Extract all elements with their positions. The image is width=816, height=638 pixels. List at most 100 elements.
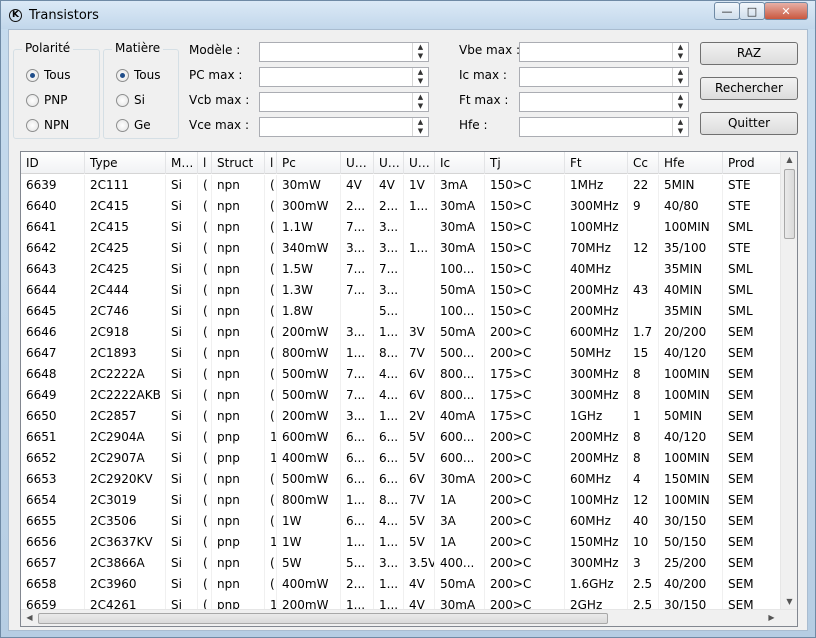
maximize-button[interactable]: □: [739, 2, 765, 20]
table-row[interactable]: 6645 2C746 Si(npn(1.8W 5... 100... 150>C 200MH…: [21, 301, 781, 322]
table-row[interactable]: 6653 2C2920KV Si(npn(500mW 6... 6... 6V 30mA 20…: [21, 469, 781, 490]
scroll-up-icon[interactable]: ▲: [781, 155, 797, 164]
vcb-max-input[interactable]: ▲ ▼: [259, 92, 429, 112]
modele-input[interactable]: ▲ ▼: [259, 42, 429, 62]
table-row[interactable]: 6651 2C2904A Si(pnp 1 600mW 6... 6... 5V 600... 2…: [21, 427, 781, 448]
table-cell: 150>C: [485, 259, 565, 280]
radio-matiere-tous[interactable]: Tous: [116, 68, 161, 82]
table-cell: 100MIN: [659, 364, 723, 385]
pc-max-input[interactable]: ▲ ▼: [259, 67, 429, 87]
table-row[interactable]: 6641 2C415 Si(npn(1.1W 7... 3... 30mA 150>C 100…: [21, 217, 781, 238]
table-cell: SEM: [723, 448, 781, 469]
column-header[interactable]: l: [198, 152, 212, 174]
radio-polarite-tous[interactable]: Tous: [26, 68, 71, 82]
table-row[interactable]: 6643 2C425 Si(npn(1.5W 7... 7... 100... 150>C 4…: [21, 259, 781, 280]
vce-max-spin-buttons[interactable]: ▲ ▼: [412, 118, 428, 136]
table-row[interactable]: 6655 2C3506 Si(npn(1W 6... 4... 5V 3A 200>C 60MH…: [21, 511, 781, 532]
spin-up-icon[interactable]: ▲: [673, 93, 688, 102]
spin-down-icon[interactable]: ▼: [413, 127, 428, 136]
radio-polarite-pnp[interactable]: PNP: [26, 93, 67, 107]
spin-up-icon[interactable]: ▲: [413, 68, 428, 77]
raz-button[interactable]: RAZ: [700, 42, 798, 65]
spin-up-icon[interactable]: ▲: [413, 118, 428, 127]
table-cell: SEM: [723, 532, 781, 553]
column-header[interactable]: Cc: [628, 152, 659, 174]
vce-max-input[interactable]: ▲ ▼: [259, 117, 429, 137]
table-cell: 7V: [404, 343, 435, 364]
spin-up-icon[interactable]: ▲: [673, 118, 688, 127]
spin-down-icon[interactable]: ▼: [673, 102, 688, 111]
table-row[interactable]: 6644 2C444 Si(npn(1.3W 7... 3... 50mA 150>C 200…: [21, 280, 781, 301]
horizontal-scrollbar[interactable]: ◀ ▶: [21, 609, 797, 626]
column-header[interactable]: U…: [374, 152, 404, 174]
minimize-button[interactable]: —: [714, 2, 740, 20]
column-header[interactable]: Ft: [565, 152, 628, 174]
pc-max-spin-buttons[interactable]: ▲ ▼: [412, 68, 428, 86]
column-header[interactable]: l: [265, 152, 277, 174]
hfe-spin-buttons[interactable]: ▲ ▼: [672, 118, 688, 136]
table-cell: (: [265, 490, 277, 511]
ft-max-input[interactable]: ▲ ▼: [519, 92, 689, 112]
table-row[interactable]: 6648 2C2222A Si(npn(500mW 7... 4... 6V 800... 1…: [21, 364, 781, 385]
vertical-scrollbar[interactable]: ▲ ▼: [780, 152, 797, 609]
spin-down-icon[interactable]: ▼: [413, 102, 428, 111]
column-header[interactable]: ID: [21, 152, 85, 174]
hfe-input[interactable]: ▲ ▼: [519, 117, 689, 137]
scroll-right-icon[interactable]: ▶: [763, 613, 780, 622]
vbe-max-input[interactable]: ▲ ▼: [519, 42, 689, 62]
table-row[interactable]: 6646 2C918 Si(npn(200mW 3... 1... 3V 50mA 200>C…: [21, 322, 781, 343]
column-header[interactable]: U…: [404, 152, 435, 174]
close-button[interactable]: ✕: [764, 2, 808, 20]
spin-down-icon[interactable]: ▼: [673, 127, 688, 136]
quitter-button[interactable]: Quitter: [700, 112, 798, 135]
table-row[interactable]: 6654 2C3019 Si(npn(800mW 1... 8... 7V 1A 200>C 1…: [21, 490, 781, 511]
table-cell: 2C415: [85, 217, 166, 238]
column-header[interactable]: U…: [341, 152, 374, 174]
transistor-table[interactable]: ID Type M… l Struct l Pc U… U… U… Ic Tj Ft Cc Hfe Prod …: [20, 151, 798, 627]
radio-matiere-si[interactable]: Si: [116, 93, 145, 107]
column-header[interactable]: Hfe: [659, 152, 723, 174]
table-row[interactable]: 6642 2C425 Si(npn(340mW 3... 3... 1... 30mA 150…: [21, 238, 781, 259]
table-row[interactable]: 6647 2C1893 Si(npn(800mW 1... 8... 7V 500... 20…: [21, 343, 781, 364]
spin-up-icon[interactable]: ▲: [413, 93, 428, 102]
radio-matiere-ge[interactable]: Ge: [116, 118, 151, 132]
ic-max-input[interactable]: ▲ ▼: [519, 67, 689, 87]
app-logo-icon[interactable]: K: [9, 9, 22, 22]
column-header[interactable]: Pc: [277, 152, 341, 174]
table-row[interactable]: 6657 2C3866A Si(npn(5W 5... 3... 3.5V 400... 20…: [21, 553, 781, 574]
horizontal-scroll-thumb[interactable]: [38, 613, 608, 624]
spin-down-icon[interactable]: ▼: [673, 52, 688, 61]
spin-down-icon[interactable]: ▼: [413, 52, 428, 61]
table-row[interactable]: 6639 2C111 Si(npn(30mW 4V 4V 1V 3mA 150>C 1MHz 22…: [21, 175, 781, 196]
spin-down-icon[interactable]: ▼: [413, 77, 428, 86]
table-row[interactable]: 6652 2C2907A Si(pnp 1 400mW 6... 6... 5V 600... 2…: [21, 448, 781, 469]
vcb-max-spin-buttons[interactable]: ▲ ▼: [412, 93, 428, 111]
table-cell: SEM: [723, 343, 781, 364]
column-header[interactable]: Prod: [723, 152, 781, 174]
table-row[interactable]: 6650 2C2857 Si(npn(200mW 3... 1... 2V 40mA 175>…: [21, 406, 781, 427]
ft-max-spin-buttons[interactable]: ▲ ▼: [672, 93, 688, 111]
column-header[interactable]: Struct: [212, 152, 265, 174]
column-header[interactable]: Ic: [435, 152, 485, 174]
ic-max-spin-buttons[interactable]: ▲ ▼: [672, 68, 688, 86]
table-row[interactable]: 6658 2C3960 Si(npn(400mW 2... 1... 4V 50mA 200>…: [21, 574, 781, 595]
table-cell: (: [198, 280, 212, 301]
vertical-scroll-thumb[interactable]: [784, 169, 795, 239]
column-header[interactable]: Tj: [485, 152, 565, 174]
spin-up-icon[interactable]: ▲: [413, 43, 428, 52]
radio-polarite-npn[interactable]: NPN: [26, 118, 69, 132]
spin-up-icon[interactable]: ▲: [673, 43, 688, 52]
spin-up-icon[interactable]: ▲: [673, 68, 688, 77]
modele-spin-buttons[interactable]: ▲ ▼: [412, 43, 428, 61]
rechercher-button[interactable]: Rechercher: [700, 77, 798, 100]
table-row[interactable]: 6656 2C3637KV Si(pnp 1 1W 1... 1... 5V 1A 200>C 15…: [21, 532, 781, 553]
scroll-down-icon[interactable]: ▼: [781, 597, 797, 606]
table-row[interactable]: 6649 2C2222AKB Si(npn(500mW 7... 4... 6V 800..…: [21, 385, 781, 406]
column-header[interactable]: Type: [85, 152, 166, 174]
vbe-max-spin-buttons[interactable]: ▲ ▼: [672, 43, 688, 61]
scroll-left-icon[interactable]: ◀: [21, 613, 38, 622]
table-row[interactable]: 6640 2C415 Si(npn(300mW 2... 2... 1... 30mA 150…: [21, 196, 781, 217]
spin-down-icon[interactable]: ▼: [673, 77, 688, 86]
column-header[interactable]: M…: [166, 152, 198, 174]
title-bar[interactable]: K Transistors — □ ✕: [1, 1, 815, 29]
